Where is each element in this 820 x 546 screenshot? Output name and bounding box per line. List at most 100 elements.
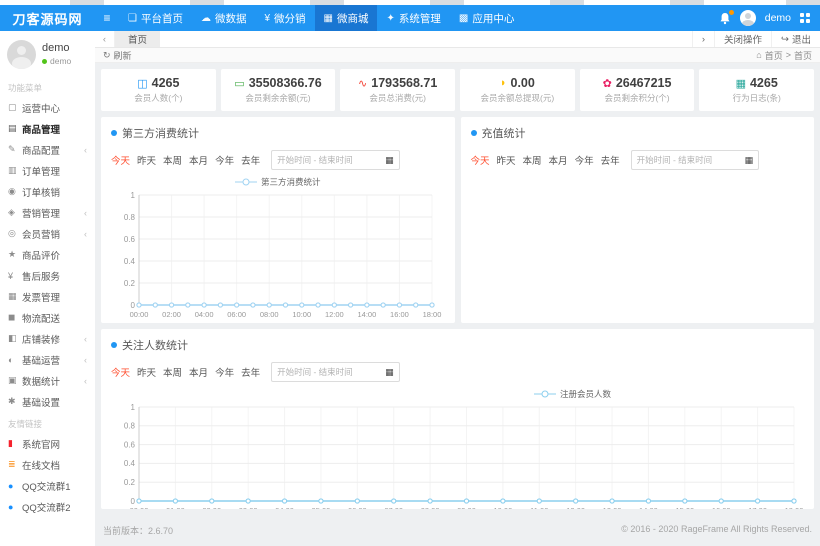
panel-followers: 关注人数统计今天昨天本周本月今年去年▦注册会员人数00.20.40.60.810…	[101, 329, 814, 509]
date-range-input[interactable]	[277, 367, 381, 377]
filter-5[interactable]: 去年	[241, 153, 260, 167]
filter-3[interactable]: 本月	[189, 365, 208, 379]
stat-card[interactable]: ◫4265会员人数(个)	[101, 69, 216, 111]
apps-icon: ▩	[459, 13, 468, 24]
sidebar-item-1-0[interactable]: ▮系统官网	[0, 433, 95, 454]
date-range-input[interactable]	[277, 155, 381, 165]
filter-5[interactable]: 去年	[241, 365, 260, 379]
members-icon: ◫	[137, 77, 147, 90]
close-operations-button[interactable]: 关闭操作	[714, 31, 771, 47]
logout-label: 退出	[792, 32, 811, 46]
nav-item-label: 系统管理	[399, 11, 441, 26]
quick-apps-icon[interactable]	[800, 13, 810, 23]
stat-card[interactable]: ◗0.00会员余额总提现(元)	[460, 69, 575, 111]
sidebar-toggle[interactable]: ≡	[95, 11, 119, 25]
stat-value: 26467215	[616, 76, 672, 90]
goods-config-icon: ✎	[8, 144, 22, 155]
date-range-picker[interactable]: ▦	[271, 362, 400, 382]
date-range-picker[interactable]: ▦	[271, 150, 400, 170]
filter-1[interactable]: 昨天	[137, 365, 156, 379]
chevron-left-icon: ‹	[84, 145, 87, 155]
svg-text:0.4: 0.4	[124, 257, 136, 266]
chart-legend[interactable]: 第三方消费统计	[111, 176, 445, 188]
sidebar-item-0-8[interactable]: ¥售后服务	[0, 265, 95, 286]
tab-back-button[interactable]: ‹	[95, 31, 115, 47]
svg-text:06:00: 06:00	[348, 506, 367, 509]
sidebar-item-1-1[interactable]: ≣在线文档	[0, 454, 95, 475]
chart-legend[interactable]: 注册会员人数	[226, 388, 814, 400]
sidebar-item-label: 基础运营	[22, 353, 60, 367]
filter-2[interactable]: 本周	[523, 153, 542, 167]
breadcrumb-item[interactable]: 首页	[765, 49, 783, 62]
sidebar-item-label: 商品管理	[22, 122, 60, 136]
filter-4[interactable]: 今年	[215, 365, 234, 379]
sidebar-item-0-4[interactable]: ◉订单核销	[0, 181, 95, 202]
sidebar-item-0-0[interactable]: ▢运营中心	[0, 97, 95, 118]
filter-0[interactable]: 今天	[111, 153, 130, 167]
stat-value: 0.00	[511, 76, 535, 90]
sidebar-item-0-1[interactable]: ▤商品管理	[0, 118, 95, 139]
svg-text:18:00: 18:00	[423, 310, 442, 319]
filter-0[interactable]: 今天	[111, 365, 130, 379]
home-page-icon: ❏	[128, 13, 137, 24]
stat-card[interactable]: ▭35508366.76会员剩余余额(元)	[221, 69, 336, 111]
sidebar-section-label: 友情链接	[0, 412, 95, 433]
svg-text:00:00: 00:00	[130, 506, 149, 509]
stat-cards-row: ◫4265会员人数(个)▭35508366.76会员剩余余额(元)∿179356…	[101, 69, 814, 111]
sidebar-item-0-6[interactable]: ◎会员营销‹	[0, 223, 95, 244]
filter-0[interactable]: 今天	[471, 153, 490, 167]
nav-item-5[interactable]: ▩应用中心	[450, 5, 523, 31]
nav-item-1[interactable]: ☁微数据	[192, 5, 256, 31]
sidebar-item-label: 数据统计	[22, 374, 60, 388]
date-range-input[interactable]	[637, 155, 741, 165]
sidebar-item-0-12[interactable]: ◐基础运营‹	[0, 349, 95, 370]
filter-4[interactable]: 今年	[215, 153, 234, 167]
svg-text:16:00: 16:00	[712, 506, 731, 509]
svg-text:0: 0	[131, 301, 136, 310]
filter-4[interactable]: 今年	[575, 153, 594, 167]
sidebar-item-0-2[interactable]: ✎商品配置‹	[0, 139, 95, 160]
stat-card[interactable]: ▦4265行为日志(条)	[699, 69, 814, 111]
sidebar-item-label: 会员营销	[22, 227, 60, 241]
stat-value: 4265	[750, 76, 778, 90]
app-logo[interactable]: 刀客源码网	[0, 9, 95, 28]
filter-3[interactable]: 本月	[549, 153, 568, 167]
sidebar-item-0-7[interactable]: ★商品评价	[0, 244, 95, 265]
sidebar-item-1-2[interactable]: ●QQ交流群1	[0, 475, 95, 496]
stat-card[interactable]: ✿26467215会员剩余积分(个)	[580, 69, 695, 111]
panel-title: 关注人数统计	[122, 337, 188, 353]
sidebar-item-0-14[interactable]: ✱基础设置	[0, 391, 95, 412]
user-avatar[interactable]	[740, 10, 756, 26]
filter-1[interactable]: 昨天	[497, 153, 516, 167]
sidebar-item-1-3[interactable]: ●QQ交流群2	[0, 496, 95, 517]
sidebar-item-0-9[interactable]: ▦发票管理	[0, 286, 95, 307]
filter-2[interactable]: 本周	[163, 153, 182, 167]
sidebar-user-status-text: demo	[50, 56, 71, 67]
sidebar-item-0-11[interactable]: ◧店铺装修‹	[0, 328, 95, 349]
nav-item-2[interactable]: ¥微分销	[255, 5, 314, 31]
filter-3[interactable]: 本月	[189, 153, 208, 167]
svg-text:03:00: 03:00	[239, 506, 258, 509]
sidebar-item-0-10[interactable]: ◼物流配送	[0, 307, 95, 328]
date-range-picker[interactable]: ▦	[631, 150, 760, 170]
online-status-icon	[42, 59, 47, 64]
sidebar-item-0-5[interactable]: ◈营销管理‹	[0, 202, 95, 223]
panel-recharge: 充值统计今天昨天本周本月今年去年▦	[461, 117, 815, 323]
nav-item-0[interactable]: ❏平台首页	[119, 5, 192, 31]
refresh-button[interactable]: ↻ 刷新	[103, 49, 132, 62]
notification-bell-icon[interactable]	[719, 12, 731, 25]
tab-forward-button[interactable]: ›	[692, 31, 714, 47]
username[interactable]: demo	[765, 12, 791, 24]
stat-card-top: ▭35508366.76	[234, 76, 321, 90]
filter-1[interactable]: 昨天	[137, 153, 156, 167]
nav-item-4[interactable]: ✦系统管理	[377, 5, 449, 31]
sidebar-item-0-3[interactable]: ▥订单管理	[0, 160, 95, 181]
filter-2[interactable]: 本周	[163, 365, 182, 379]
logout-button[interactable]: ↪ 退出	[771, 31, 820, 47]
tab-home[interactable]: 首页	[115, 31, 160, 47]
stat-card[interactable]: ∿1793568.71会员总消费(元)	[340, 69, 455, 111]
nav-item-3[interactable]: ▦微商城	[315, 5, 378, 31]
sidebar-user-card[interactable]: demo demo	[0, 31, 95, 76]
sidebar-item-0-13[interactable]: ▣数据统计‹	[0, 370, 95, 391]
filter-5[interactable]: 去年	[601, 153, 620, 167]
